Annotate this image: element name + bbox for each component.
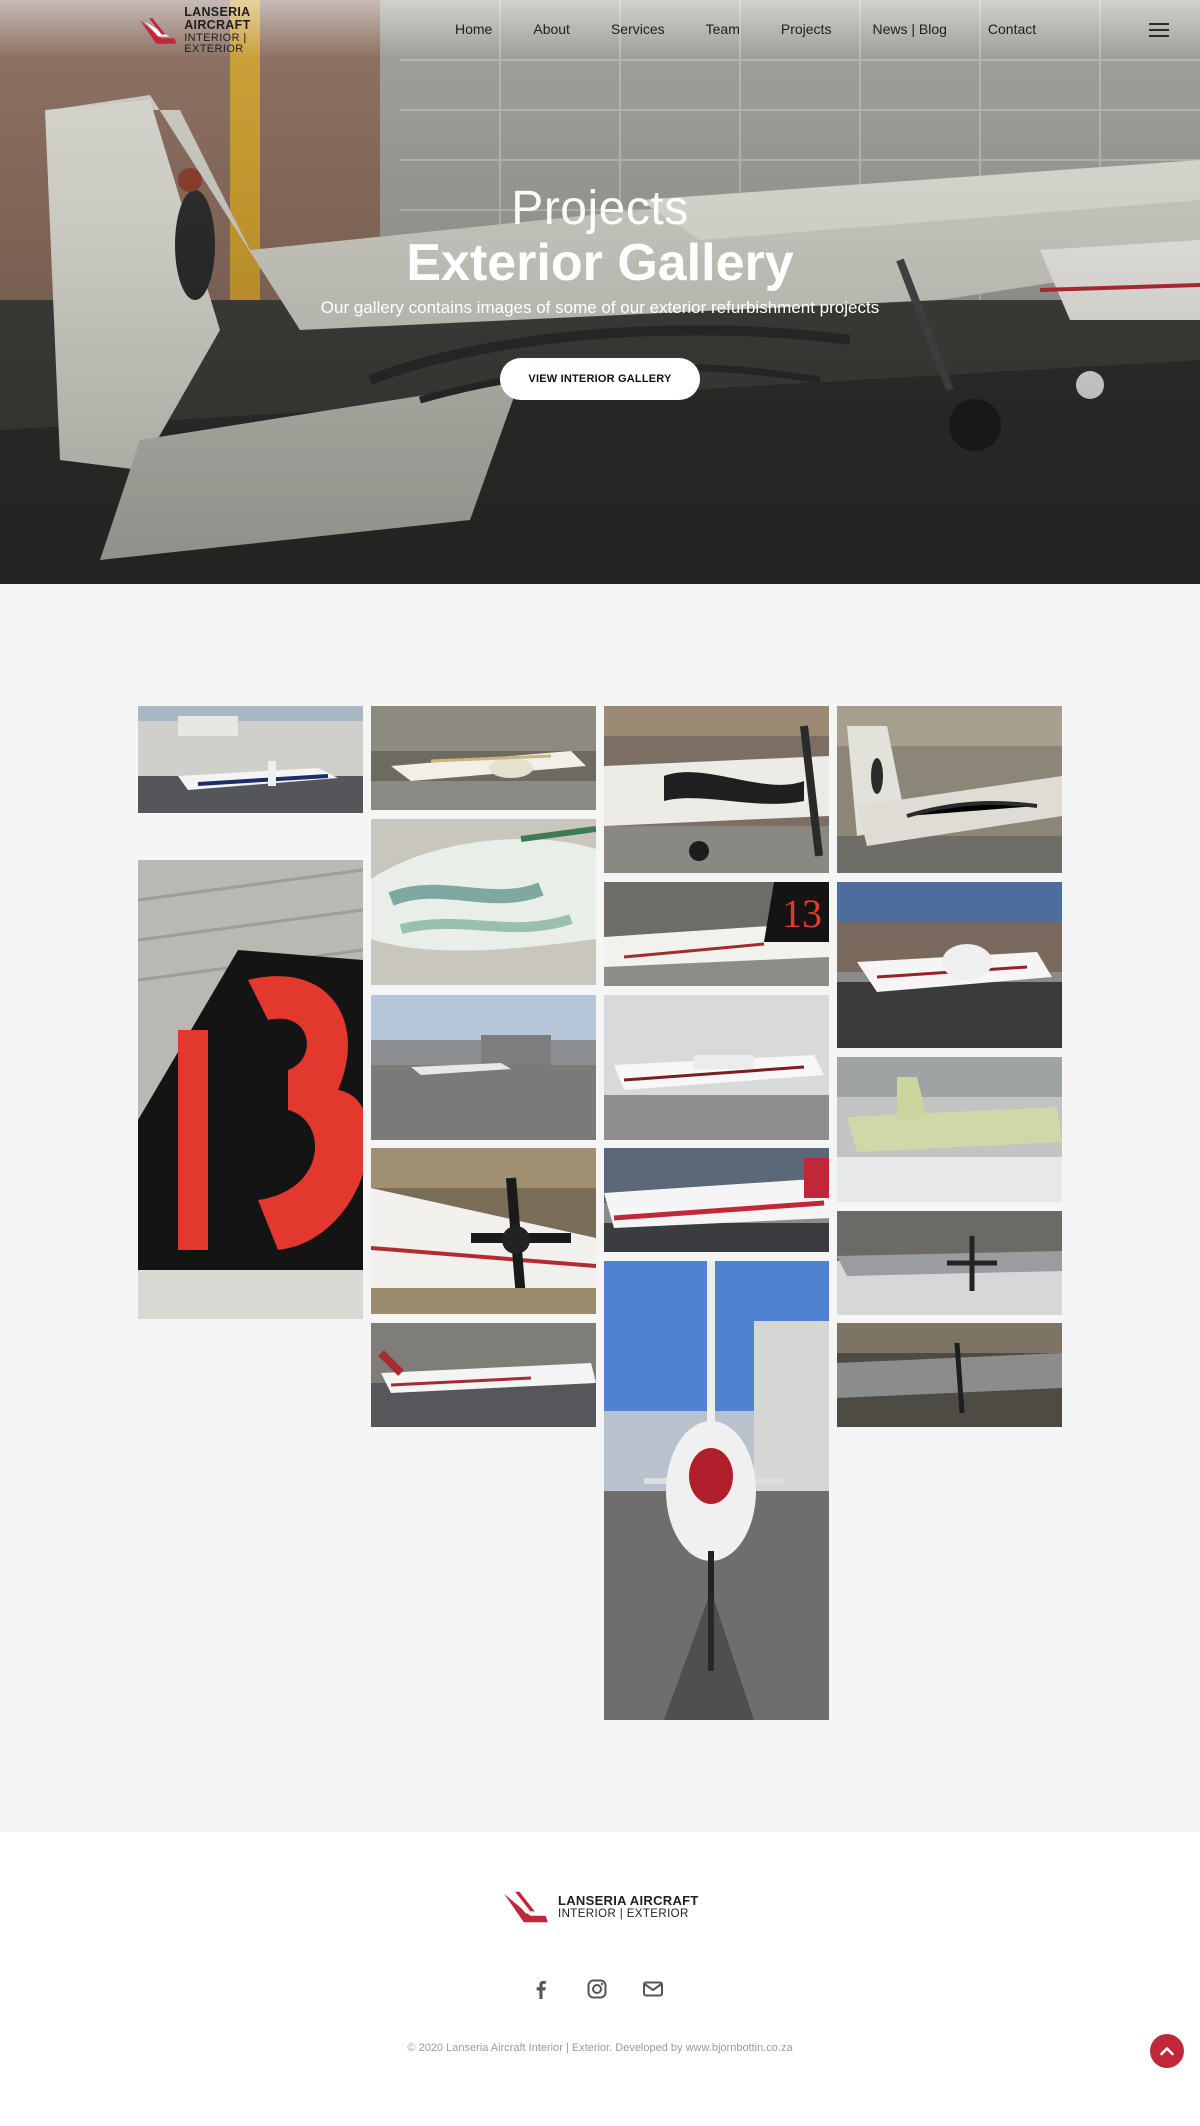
brand-name: LANSERIA AIRCRAFT <box>184 5 251 33</box>
brand-logo[interactable]: LANSERIA AIRCRAFT INTERIOR | EXTERIOR <box>138 6 308 55</box>
nav-team[interactable]: Team <box>706 21 740 37</box>
nav-services[interactable]: Services <box>611 21 665 37</box>
svg-text:13: 13 <box>782 891 822 936</box>
gallery-image[interactable] <box>837 706 1062 873</box>
brand-wing-icon <box>139 18 177 44</box>
nav-news-blog[interactable]: News | Blog <box>872 21 946 37</box>
hero-subtitle: Our gallery contains images of some of o… <box>320 298 880 317</box>
gallery-image[interactable] <box>371 819 596 985</box>
gallery-image[interactable] <box>371 1148 596 1314</box>
facebook-icon[interactable] <box>530 1978 552 2000</box>
gallery-image[interactable] <box>837 1057 1062 1202</box>
chevron-up-icon <box>1160 2047 1174 2056</box>
gallery-image[interactable] <box>604 995 829 1140</box>
gallery-image[interactable] <box>371 995 596 1140</box>
footer-brand-name: LANSERIA AIRCRAFT <box>558 1892 699 1908</box>
nav-about[interactable]: About <box>533 21 570 37</box>
gallery-image[interactable] <box>604 1261 829 1720</box>
footer-logo[interactable]: LANSERIA AIRCRAFT INTERIOR | EXTERIOR <box>502 1887 702 1927</box>
site-footer: LANSERIA AIRCRAFT INTERIOR | EXTERIOR © … <box>0 1832 1200 2126</box>
hero-title: Exterior Gallery <box>406 234 794 292</box>
footer-wordmark: LANSERIA AIRCRAFT INTERIOR | EXTERIOR <box>558 1892 699 1921</box>
brand-wing-icon <box>504 1891 548 1923</box>
copyright-text: © 2020 Lanseria Aircraft Interior | Exte… <box>407 2042 793 2054</box>
nav-contact[interactable]: Contact <box>988 21 1036 37</box>
back-to-top-button[interactable] <box>1150 2034 1184 2068</box>
gallery-image[interactable]: 13 <box>604 882 829 986</box>
gallery-image[interactable] <box>837 882 1062 1048</box>
brand-wordmark: LANSERIA AIRCRAFT INTERIOR | EXTERIOR <box>184 6 308 55</box>
brand-tagline: INTERIOR | EXTERIOR <box>184 31 247 56</box>
instagram-icon[interactable] <box>586 1978 608 2000</box>
nav-projects[interactable]: Projects <box>781 21 832 37</box>
gallery-image[interactable] <box>371 706 596 810</box>
gallery-image[interactable] <box>138 706 363 813</box>
gallery-image[interactable] <box>371 1323 596 1427</box>
hero-banner: LANSERIA AIRCRAFT INTERIOR | EXTERIOR Ho… <box>0 0 1200 584</box>
main-menu: Home About Services Team Projects News |… <box>455 21 1036 37</box>
envelope-icon[interactable] <box>642 1978 664 2000</box>
nav-home[interactable]: Home <box>455 21 492 37</box>
top-navigation: LANSERIA AIRCRAFT INTERIOR | EXTERIOR Ho… <box>0 0 1200 60</box>
gallery-image[interactable] <box>604 1148 829 1252</box>
gallery-image[interactable] <box>138 860 363 1319</box>
social-links <box>530 1978 664 2000</box>
footer-brand-tagline: INTERIOR | EXTERIOR <box>558 1907 689 1920</box>
hamburger-icon[interactable] <box>1149 23 1169 37</box>
gallery-image[interactable] <box>604 706 829 873</box>
hero-heading-block: Projects Exterior Gallery Our gallery co… <box>0 180 1200 318</box>
gallery-image[interactable] <box>837 1211 1062 1315</box>
hero-kicker: Projects <box>511 182 689 235</box>
view-interior-gallery-button[interactable]: VIEW INTERIOR GALLERY <box>500 358 700 400</box>
gallery-image[interactable] <box>837 1323 1062 1427</box>
